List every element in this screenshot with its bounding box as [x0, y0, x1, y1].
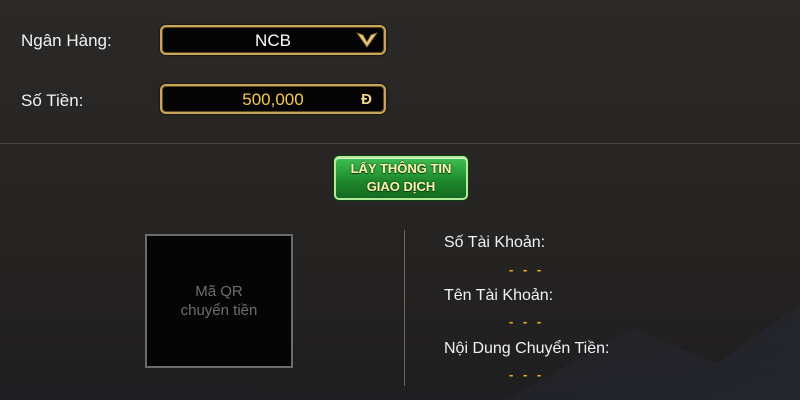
vertical-divider: [404, 230, 405, 386]
account-number-value: - - -: [509, 262, 545, 277]
amount-input-value: 500,000: [242, 90, 304, 109]
bank-label: Ngân Hàng:: [21, 31, 112, 50]
qr-code-placeholder: Mã QR chuyển tiền: [145, 234, 293, 368]
chevron-down-icon[interactable]: [356, 31, 378, 49]
account-name-label: Tên Tài Khoản:: [444, 287, 554, 304]
amount-input[interactable]: 500,000 Đ: [160, 84, 386, 114]
qr-placeholder-line2: chuyển tiền: [180, 302, 258, 319]
account-name-value: - - -: [509, 314, 545, 329]
bank-select-value: NCB: [255, 31, 291, 50]
button-label-line1: LẤY THÔNG TIN: [350, 161, 452, 176]
bank-select[interactable]: NCB: [160, 25, 386, 55]
get-transaction-info-button[interactable]: LẤY THÔNG TIN GIAO DỊCH: [334, 156, 468, 200]
amount-label: Số Tiền:: [21, 91, 84, 110]
transfer-content-label: Nội Dung Chuyển Tiền:: [444, 340, 610, 357]
button-label-line2: GIAO DỊCH: [366, 179, 436, 194]
currency-dong-icon: Đ: [361, 91, 372, 108]
transfer-content-value: - - -: [509, 367, 545, 382]
qr-placeholder-line1: Mã QR: [195, 283, 243, 300]
account-number-label: Số Tài Khoản:: [444, 234, 546, 251]
section-divider: [0, 143, 800, 144]
